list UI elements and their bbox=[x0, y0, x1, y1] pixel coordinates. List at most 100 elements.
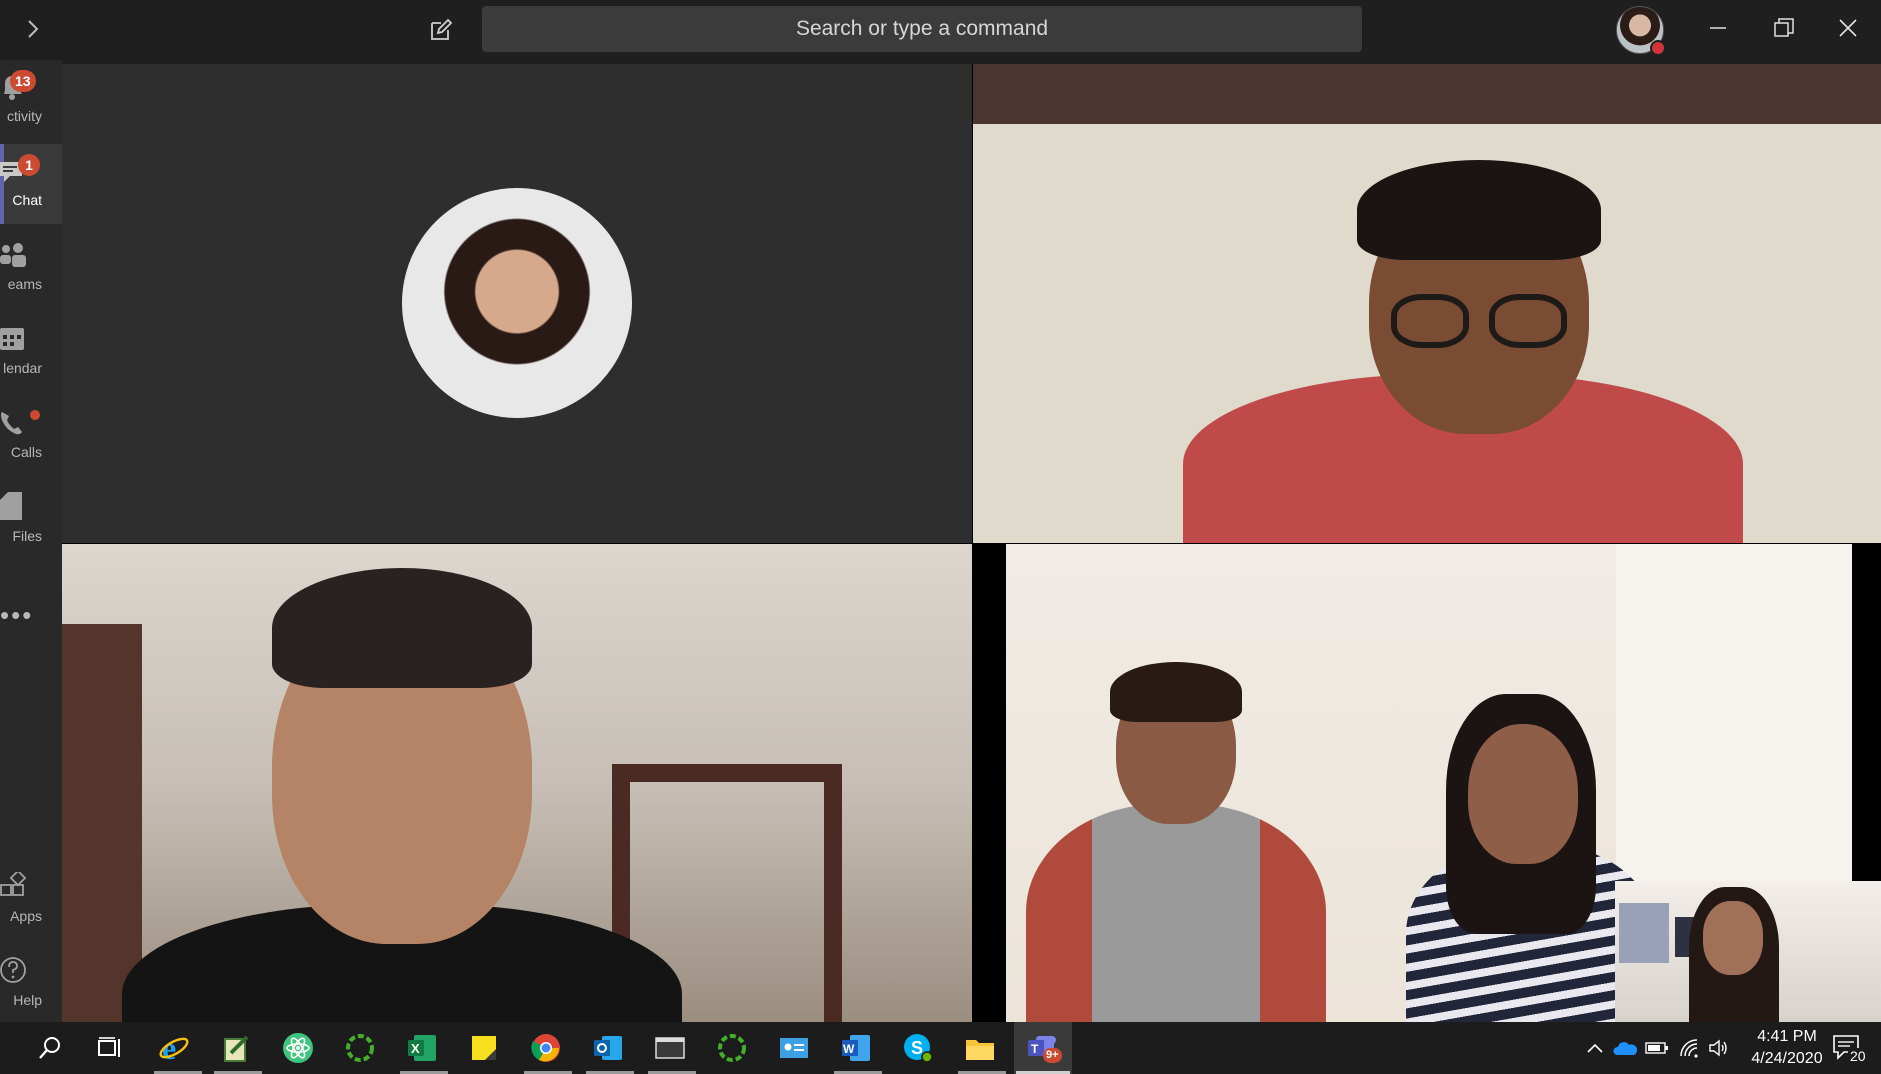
atom-icon bbox=[283, 1033, 313, 1063]
battery-icon bbox=[1645, 1042, 1668, 1054]
taskbar-app-file-explorer[interactable] bbox=[962, 1030, 998, 1066]
rail-item-files[interactable]: Files bbox=[0, 480, 62, 560]
close-icon bbox=[1839, 19, 1857, 37]
svg-text:T: T bbox=[1031, 1042, 1039, 1056]
close-button[interactable] bbox=[1826, 8, 1870, 48]
rail-item-apps[interactable]: Apps bbox=[0, 860, 62, 940]
minimize-icon bbox=[1710, 27, 1726, 29]
help-icon bbox=[0, 957, 26, 983]
rail-item-label: Chat bbox=[12, 192, 42, 208]
participant-avatar bbox=[402, 188, 632, 418]
taskbar-app-loader-2[interactable] bbox=[714, 1030, 750, 1066]
taskbar-app-loader[interactable] bbox=[342, 1030, 378, 1066]
rail-item-calendar[interactable]: lendar bbox=[0, 312, 62, 392]
search-input[interactable] bbox=[482, 6, 1362, 52]
rail-item-label: Help bbox=[13, 992, 42, 1008]
taskbar-app-word[interactable]: W bbox=[838, 1030, 874, 1066]
outlook-icon bbox=[594, 1036, 622, 1060]
taskbar-app-sticky-notes[interactable] bbox=[466, 1030, 502, 1066]
teams-notification-badge: 9+ bbox=[1043, 1048, 1062, 1063]
compose-icon bbox=[431, 18, 453, 40]
wifi-icon bbox=[1680, 1039, 1698, 1058]
rail-item-label: Files bbox=[12, 528, 42, 544]
loader-icon bbox=[718, 1034, 746, 1062]
loader-icon bbox=[346, 1034, 374, 1062]
excel-icon: X bbox=[408, 1035, 436, 1061]
taskbar-app-outlook[interactable] bbox=[590, 1030, 626, 1066]
file-icon bbox=[0, 492, 22, 520]
volume-button[interactable] bbox=[1706, 1036, 1732, 1060]
minimize-button[interactable] bbox=[1696, 8, 1740, 48]
notepad-icon bbox=[224, 1035, 249, 1062]
phone-icon bbox=[1, 412, 22, 435]
restore-button[interactable] bbox=[1762, 8, 1806, 48]
presence-busy-indicator bbox=[1650, 40, 1666, 56]
task-view-button[interactable] bbox=[92, 1030, 128, 1066]
taskbar-app-chrome[interactable] bbox=[528, 1030, 564, 1066]
participant-video bbox=[973, 64, 1881, 543]
clock-date: 4/24/2020 bbox=[1751, 1050, 1823, 1067]
chat-count-badge: 1 bbox=[18, 154, 40, 176]
chevron-right-icon bbox=[28, 20, 39, 38]
rail-item-calls[interactable]: Calls bbox=[0, 396, 62, 476]
chrome-icon bbox=[531, 1034, 560, 1062]
battery-button[interactable] bbox=[1644, 1036, 1670, 1060]
word-icon: W bbox=[842, 1035, 870, 1061]
teams-people-icon bbox=[0, 243, 26, 267]
svg-text:S: S bbox=[911, 1038, 923, 1058]
new-chat-button[interactable] bbox=[424, 14, 458, 46]
rail-item-label: lendar bbox=[3, 360, 42, 376]
taskbar-app-skype[interactable]: S bbox=[900, 1030, 936, 1066]
search-icon bbox=[39, 1037, 60, 1059]
calls-notification-dot bbox=[30, 410, 40, 420]
internet-explorer-icon: e bbox=[159, 1032, 189, 1064]
title-bar bbox=[0, 0, 1881, 60]
wifi-button[interactable] bbox=[1676, 1036, 1702, 1060]
rail-item-label: Apps bbox=[10, 908, 42, 924]
taskbar-app-atom[interactable] bbox=[280, 1030, 316, 1066]
taskbar-app-contacts[interactable] bbox=[776, 1030, 812, 1066]
svg-text:W: W bbox=[843, 1042, 855, 1056]
sticky-notes-icon bbox=[472, 1036, 496, 1060]
taskbar-clock[interactable]: 4:41 PM 4/24/2020 bbox=[1732, 1026, 1842, 1070]
activity-count-badge: 13 bbox=[10, 70, 36, 92]
chevron-up-icon bbox=[1587, 1043, 1603, 1053]
participant-tile-2[interactable] bbox=[973, 64, 1881, 543]
rail-item-help[interactable]: Help bbox=[0, 944, 62, 1024]
apps-icon bbox=[0, 872, 27, 896]
task-view-icon bbox=[98, 1037, 120, 1057]
contacts-icon bbox=[780, 1038, 808, 1058]
restore-icon bbox=[1774, 18, 1794, 37]
more-apps-button[interactable]: ••• bbox=[0, 600, 40, 640]
self-view-video[interactable] bbox=[1615, 881, 1881, 1022]
taskbar-app-excel[interactable]: X bbox=[404, 1030, 440, 1066]
skype-icon: S bbox=[904, 1034, 933, 1063]
self-view-poster bbox=[1619, 903, 1669, 963]
cloud-icon bbox=[1613, 1042, 1637, 1055]
app-rail: 13 ctivity 1 Chat eams lendar Calls File… bbox=[0, 60, 62, 1022]
notification-count: 20 bbox=[1848, 1048, 1868, 1064]
taskbar-app-terminal[interactable] bbox=[652, 1030, 688, 1066]
rail-item-teams[interactable]: eams bbox=[0, 228, 62, 308]
rail-item-label: Calls bbox=[10, 444, 42, 460]
participant-tile-1[interactable] bbox=[62, 64, 972, 543]
participant-video bbox=[62, 544, 972, 1022]
rail-item-activity[interactable]: 13 ctivity bbox=[0, 60, 62, 140]
taskbar-app-internet-explorer[interactable]: e bbox=[156, 1030, 192, 1066]
self-view-face bbox=[1703, 901, 1763, 975]
expand-rail-button[interactable] bbox=[18, 14, 48, 44]
taskbar-app-teams[interactable]: T 9+ bbox=[1025, 1030, 1062, 1066]
onedrive-button[interactable] bbox=[1612, 1036, 1638, 1060]
taskbar-app-notepad[interactable] bbox=[218, 1030, 254, 1066]
windows-taskbar: e X W S T 9+ 4:41 PM 4/24/2020 20 bbox=[0, 1022, 1881, 1074]
taskbar-search-button[interactable] bbox=[32, 1030, 68, 1066]
meeting-stage bbox=[62, 64, 1881, 1022]
speaker-icon bbox=[1709, 1039, 1727, 1057]
profile-avatar-button[interactable] bbox=[1616, 6, 1666, 56]
terminal-icon bbox=[655, 1037, 685, 1059]
rail-item-chat[interactable]: 1 Chat bbox=[0, 144, 62, 224]
show-hidden-icons-button[interactable] bbox=[1584, 1036, 1606, 1060]
file-explorer-icon bbox=[966, 1040, 994, 1060]
participant-tile-3[interactable] bbox=[62, 544, 972, 1022]
svg-text:X: X bbox=[411, 1041, 420, 1056]
